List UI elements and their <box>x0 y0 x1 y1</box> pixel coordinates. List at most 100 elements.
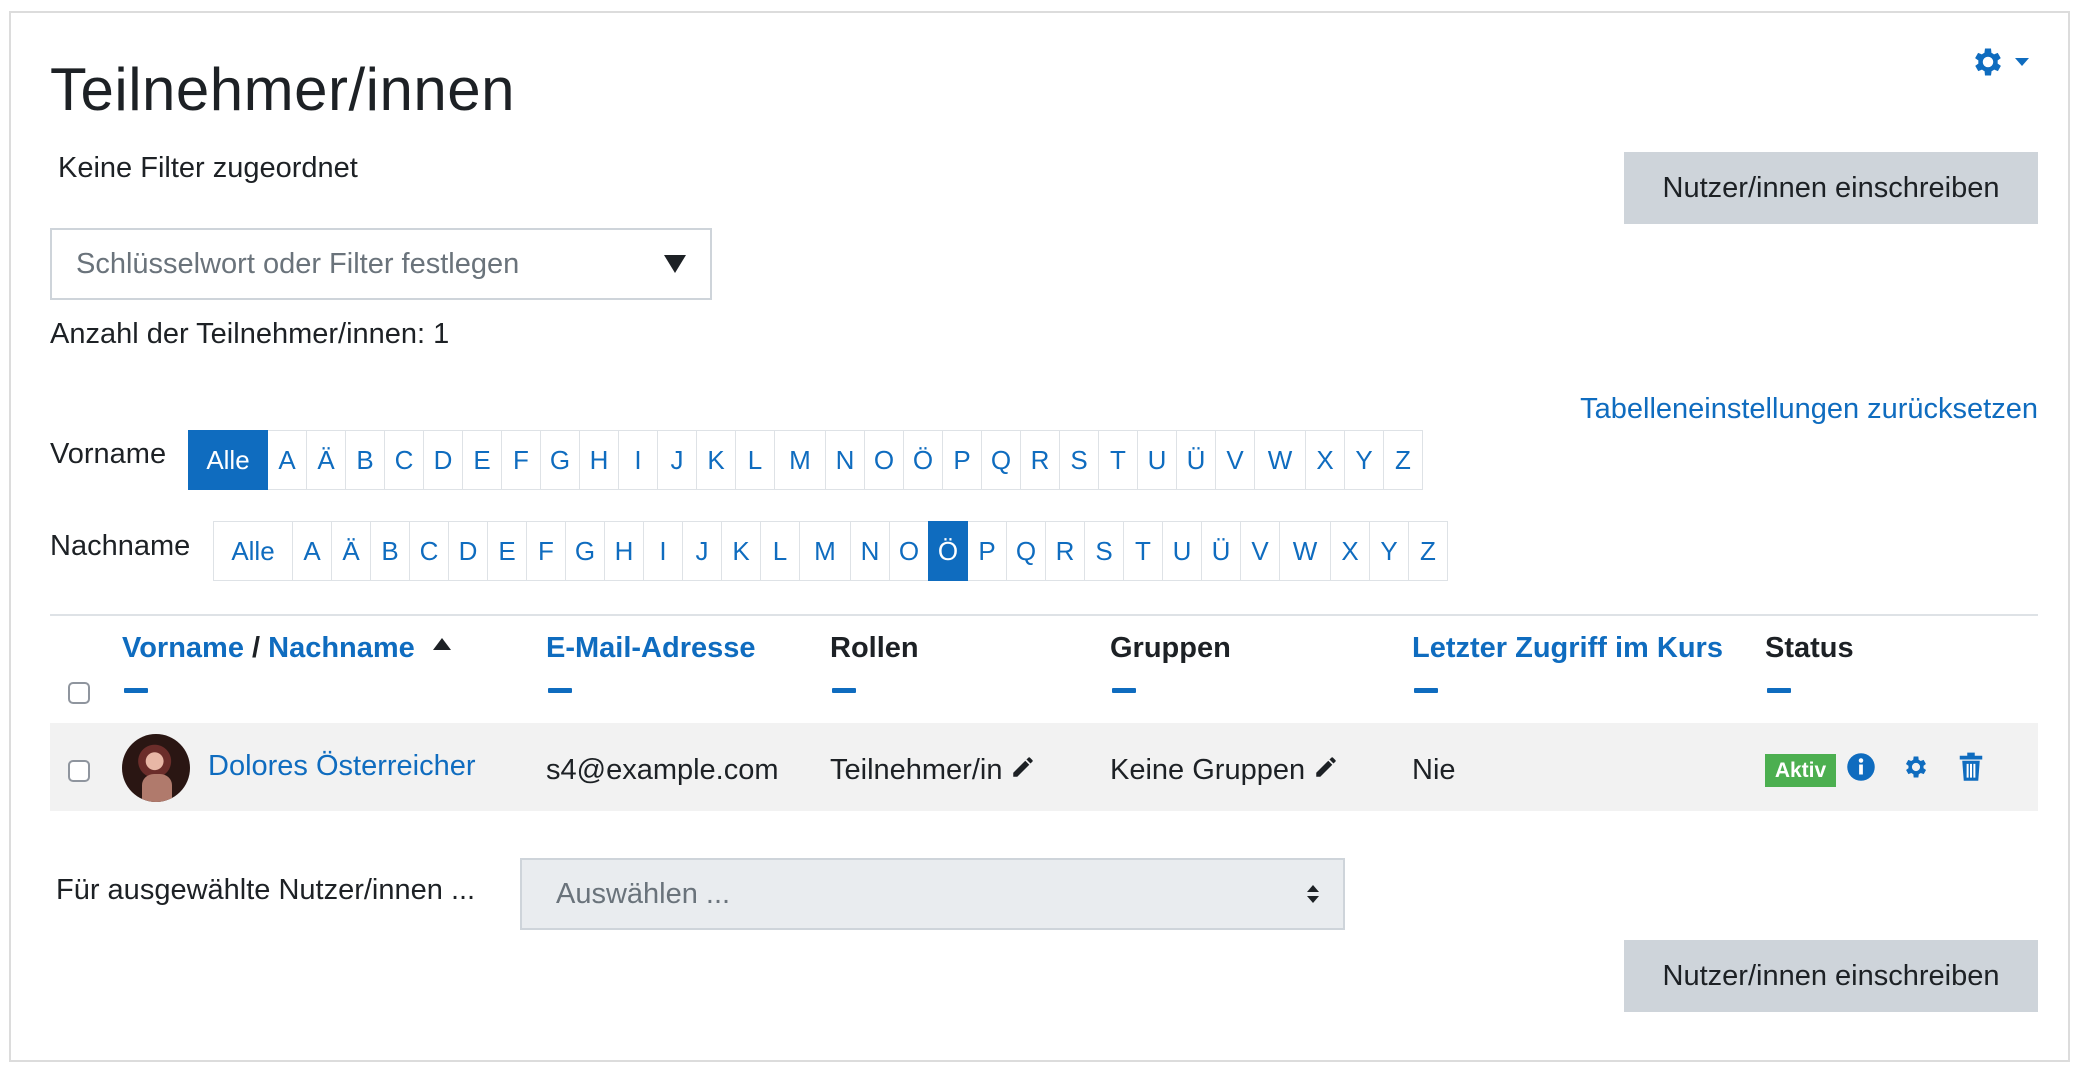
user-email: s4@example.com <box>546 754 779 786</box>
sort-lastname-link[interactable]: Nachname <box>268 632 415 664</box>
collapse-roles-column[interactable] <box>832 688 856 693</box>
lastname-initial-p[interactable]: P <box>967 521 1007 581</box>
header-lastaccess[interactable]: Letzter Zugriff im Kurs <box>1412 632 1723 665</box>
collapse-email-column[interactable] <box>548 688 572 693</box>
lastname-initial-i[interactable]: I <box>643 521 683 581</box>
lastname-initial-t[interactable]: T <box>1123 521 1163 581</box>
lastname-initial-g[interactable]: G <box>565 521 605 581</box>
firstname-initial-n[interactable]: N <box>825 430 865 490</box>
lastname-initial-v[interactable]: V <box>1240 521 1280 581</box>
unenrol-button[interactable] <box>1958 752 1984 787</box>
firstname-initial-h[interactable]: H <box>579 430 619 490</box>
edit-enrolment-button[interactable] <box>1902 753 1930 786</box>
firstname-initial-ü[interactable]: Ü <box>1176 430 1216 490</box>
firstname-initial-e[interactable]: E <box>462 430 502 490</box>
firstname-initial-u[interactable]: U <box>1137 430 1177 490</box>
firstname-initial-o[interactable]: O <box>864 430 904 490</box>
lastname-initial-s[interactable]: S <box>1084 521 1124 581</box>
sort-asc-icon <box>432 638 451 650</box>
row-select-checkbox[interactable] <box>68 760 90 782</box>
lastname-initial-ä[interactable]: Ä <box>331 521 371 581</box>
participant-count: Anzahl der Teilnehmer/innen: 1 <box>50 318 450 350</box>
edit-groups-pencil-icon[interactable] <box>1313 754 1339 788</box>
enrolment-details-button[interactable] <box>1846 752 1876 787</box>
lastname-initial-all[interactable]: Alle <box>213 521 293 581</box>
no-filter-text: Keine Filter zugeordnet <box>58 152 358 184</box>
lastname-initial-q[interactable]: Q <box>1006 521 1046 581</box>
firstname-initial-v[interactable]: V <box>1215 430 1255 490</box>
collapse-name-column[interactable] <box>124 688 148 693</box>
lastname-initial-ö[interactable]: Ö <box>928 521 968 581</box>
lastname-initial-l[interactable]: L <box>760 521 800 581</box>
collapse-groups-column[interactable] <box>1112 688 1136 693</box>
lastname-initial-d[interactable]: D <box>448 521 488 581</box>
cog-icon <box>1905 756 1927 778</box>
firstname-initial-p[interactable]: P <box>942 430 982 490</box>
user-role: Teilnehmer/in <box>830 754 1003 786</box>
firstname-initial-c[interactable]: C <box>384 430 424 490</box>
lastname-initial-b[interactable]: B <box>370 521 410 581</box>
firstname-initial-ö[interactable]: Ö <box>903 430 943 490</box>
lastname-initial-ü[interactable]: Ü <box>1201 521 1241 581</box>
dropdown-triangle-icon <box>664 255 686 273</box>
edit-roles-pencil-icon[interactable] <box>1010 754 1036 788</box>
lastname-initial-u[interactable]: U <box>1162 521 1202 581</box>
firstname-initial-x[interactable]: X <box>1305 430 1345 490</box>
firstname-initial-r[interactable]: R <box>1020 430 1060 490</box>
lastname-initial-m[interactable]: M <box>799 521 851 581</box>
firstname-initial-m[interactable]: M <box>774 430 826 490</box>
select-all-checkbox[interactable] <box>68 682 90 704</box>
lastname-initial-h[interactable]: H <box>604 521 644 581</box>
bulk-action-select[interactable]: Auswählen ... <box>520 858 1345 930</box>
firstname-initial-d[interactable]: D <box>423 430 463 490</box>
lastname-initial-f[interactable]: F <box>526 521 566 581</box>
firstname-initial-w[interactable]: W <box>1254 430 1306 490</box>
firstname-initial-a[interactable]: A <box>267 430 307 490</box>
page-title: Teilnehmer/innen <box>50 56 515 123</box>
status-badge: Aktiv <box>1765 754 1836 787</box>
user-lastaccess: Nie <box>1412 754 1456 786</box>
lastname-initial-z[interactable]: Z <box>1408 521 1448 581</box>
firstname-initial-y[interactable]: Y <box>1344 430 1384 490</box>
lastname-initial-j[interactable]: J <box>682 521 722 581</box>
filter-combobox[interactable]: Schlüsselwort oder Filter festlegen <box>50 228 712 300</box>
lastname-initial-o[interactable]: O <box>889 521 929 581</box>
firstname-initial-i[interactable]: I <box>618 430 658 490</box>
lastname-initial-a[interactable]: A <box>292 521 332 581</box>
firstname-initial-z[interactable]: Z <box>1383 430 1423 490</box>
firstname-initial-k[interactable]: K <box>696 430 736 490</box>
lastname-initial-y[interactable]: Y <box>1369 521 1409 581</box>
firstname-initial-s[interactable]: S <box>1059 430 1099 490</box>
lastname-initial-n[interactable]: N <box>850 521 890 581</box>
firstname-initial-all[interactable]: Alle <box>188 430 268 490</box>
firstname-initial-f[interactable]: F <box>501 430 541 490</box>
pencil-icon <box>1316 757 1336 778</box>
firstname-initial-t[interactable]: T <box>1098 430 1138 490</box>
lastname-initial-r[interactable]: R <box>1045 521 1085 581</box>
collapse-lastaccess-column[interactable] <box>1414 688 1438 693</box>
lastname-initial-w[interactable]: W <box>1279 521 1331 581</box>
user-name-link[interactable]: Dolores Österreicher <box>208 750 476 783</box>
sort-firstname-link[interactable]: Vorname <box>122 632 244 664</box>
header-name: Vorname / Nachname <box>122 632 451 665</box>
lastname-initial-k[interactable]: K <box>721 521 761 581</box>
firstname-initial-l[interactable]: L <box>735 430 775 490</box>
firstname-initial-q[interactable]: Q <box>981 430 1021 490</box>
settings-menu[interactable] <box>1970 44 2030 80</box>
lastname-initial-x[interactable]: X <box>1330 521 1370 581</box>
lastname-initial-e[interactable]: E <box>487 521 527 581</box>
header-email[interactable]: E-Mail-Adresse <box>546 632 756 665</box>
firstname-initial-ä[interactable]: Ä <box>306 430 346 490</box>
enrol-users-button-bottom[interactable]: Nutzer/innen einschreiben <box>1624 940 2038 1012</box>
caret-down-icon <box>2015 58 2029 66</box>
collapse-status-column[interactable] <box>1767 688 1791 693</box>
enrol-users-button-top[interactable]: Nutzer/innen einschreiben <box>1624 152 2038 224</box>
lastname-initials-bar: Alle A Ä B C D E F G H I J K L M N O Ö P Q R S T U Ü V W X Y Z <box>213 521 1448 581</box>
firstname-initial-g[interactable]: G <box>540 430 580 490</box>
avatar[interactable] <box>122 734 190 802</box>
header-groups: Gruppen <box>1110 632 1231 664</box>
firstname-initial-j[interactable]: J <box>657 430 697 490</box>
reset-table-link[interactable]: Tabelleneinstellungen zurücksetzen <box>1580 393 2038 426</box>
lastname-initial-c[interactable]: C <box>409 521 449 581</box>
firstname-initial-b[interactable]: B <box>345 430 385 490</box>
